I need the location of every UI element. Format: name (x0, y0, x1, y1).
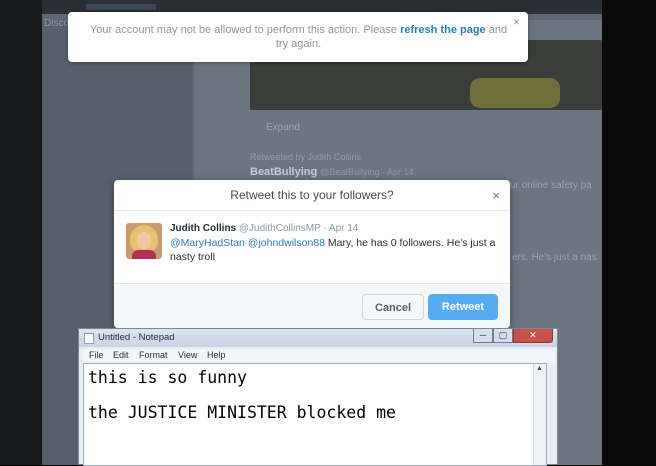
scroll-up-icon[interactable]: ▲ (536, 365, 543, 372)
dialog-close-icon[interactable]: × (492, 188, 500, 203)
text-line-2: the JUSTICE MINISTER blocked me (88, 403, 396, 422)
dialog-footer: Cancel Retweet (114, 284, 510, 328)
menu-file[interactable]: File (89, 350, 104, 360)
window-controls: ─ ▢ ✕ (473, 329, 553, 344)
minimize-button[interactable]: ─ (473, 329, 493, 343)
tweet-text: @MaryHadStan @johndwilson88 Mary, he has… (170, 236, 500, 264)
notepad-window: Untitled - Notepad ─ ▢ ✕ File Edit Forma… (78, 328, 558, 466)
sidebar-tab-label: Disco (44, 18, 70, 29)
author-name: BeatBullying (250, 166, 318, 178)
mention-link[interactable]: @johndwilson88 (248, 237, 325, 249)
vertical-scrollbar[interactable]: ▲ (533, 364, 546, 465)
menu-edit[interactable]: Edit (113, 350, 129, 360)
background-snippet-2: ers. He's just a nas (512, 252, 597, 263)
notepad-titlebar[interactable]: Untitled - Notepad ─ ▢ ✕ (79, 329, 557, 347)
tweet-header: Judith Collins @JudithCollinsMP · Apr 14 (170, 223, 358, 234)
notepad-text-area[interactable]: this is so funny the JUSTICE MINISTER bl… (83, 363, 547, 466)
alert-message: Your account may not be allowed to perfo… (86, 23, 511, 51)
nav-accent (86, 4, 156, 10)
tweet-author-handle[interactable]: @JudithCollinsMP (239, 223, 321, 234)
menu-view[interactable]: View (178, 350, 197, 360)
avatar[interactable] (126, 223, 162, 259)
dialog-title: Retweet this to your followers? (230, 188, 394, 202)
retweet-button[interactable]: Retweet (428, 294, 498, 320)
tweet-date[interactable]: · Apr 14 (323, 223, 358, 234)
text-line-1: this is so funny (88, 368, 247, 387)
cancel-button[interactable]: Cancel (362, 294, 424, 320)
menu-help[interactable]: Help (207, 350, 226, 360)
mention-link[interactable]: @MaryHadStan (170, 237, 245, 249)
notepad-menubar: File Edit Format View Help (83, 349, 555, 363)
avatar-face (137, 232, 151, 249)
alert-close-icon[interactable]: × (513, 15, 520, 29)
retweeted-by-label: Retweeted by Judith Collins (250, 152, 362, 162)
notepad-icon (84, 333, 94, 344)
notepad-title: Untitled - Notepad (98, 332, 175, 343)
left-black-bar (0, 0, 42, 465)
tweet-preview: Judith Collins @JudithCollinsMP · Apr 14… (114, 211, 510, 284)
menu-format[interactable]: Format (139, 350, 168, 360)
tweet-author-name[interactable]: Judith Collins (170, 223, 236, 234)
author-handle: @BeatBullying · Apr 14 (320, 167, 414, 177)
photo-highlight (470, 78, 560, 108)
close-button[interactable]: ✕ (513, 329, 553, 343)
expand-link[interactable]: Expand (266, 122, 300, 133)
alert-text-before: Your account may not be allowed to perfo… (89, 24, 401, 36)
background-snippet-1: ur online safety pa (510, 180, 592, 191)
background-tweet-author: BeatBullying @BeatBullying · Apr 14 (250, 166, 413, 178)
error-alert: Your account may not be allowed to perfo… (68, 12, 528, 62)
retweet-dialog: Retweet this to your followers? × Judith… (114, 180, 510, 328)
maximize-button[interactable]: ▢ (493, 329, 513, 343)
refresh-page-link[interactable]: refresh the page (400, 24, 486, 36)
avatar-shirt (132, 250, 156, 259)
dialog-header: Retweet this to your followers? × (114, 180, 510, 211)
right-black-bar (602, 0, 656, 465)
